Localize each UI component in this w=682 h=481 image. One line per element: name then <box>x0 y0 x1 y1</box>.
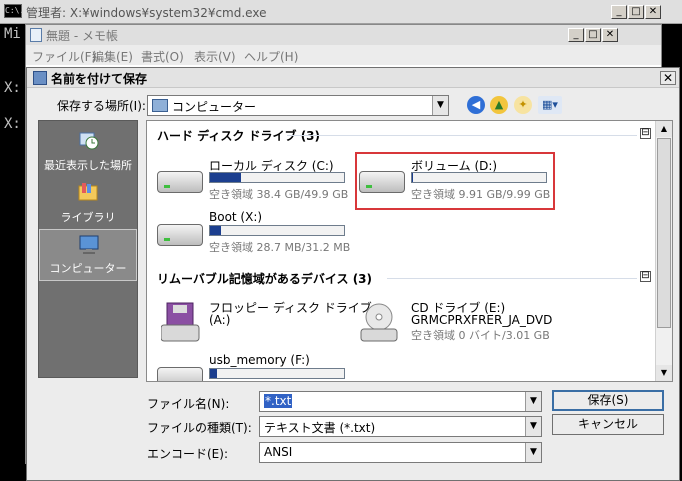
menu-view[interactable]: 表示(V) <box>194 48 236 65</box>
drive-f-usage-bar <box>209 368 345 379</box>
drive-d-free-space: 空き領域 9.91 GB/9.99 GB <box>411 188 551 201</box>
new-folder-icon[interactable]: ✦ <box>514 96 532 114</box>
notepad-title-bar[interactable]: 無題 - メモ帳 _ □ ✕ <box>26 25 661 45</box>
hard-drive-icon <box>157 171 203 193</box>
place-recent-label: 最近表示した場所 <box>44 159 132 172</box>
drive-a[interactable]: フロッピー ディスク ドライブ (A:) <box>155 299 372 355</box>
collapse-removable-icon[interactable]: ⊟ <box>640 271 651 282</box>
drive-x[interactable]: Boot (X:) 空き領域 28.7 MB/31.2 MB <box>155 210 355 266</box>
filetype-value: テキスト文書 (*.txt) <box>264 421 376 435</box>
cmd-line-1: Mi <box>4 26 21 42</box>
drive-x-usage-fill <box>210 226 221 235</box>
filename-value-wrap: *.txt <box>264 394 293 408</box>
save-button[interactable]: 保存(S) <box>552 390 664 411</box>
scroll-thumb[interactable] <box>657 138 671 328</box>
cmd-line-2: X: <box>4 80 21 96</box>
usb-drive-icon <box>157 367 203 381</box>
floppy-drive-icon <box>161 302 200 342</box>
computer-small-icon <box>152 99 168 112</box>
dialog-title-bar[interactable]: 名前を付けて保存 ✕ <box>27 68 679 88</box>
cmd-close-button[interactable]: ✕ <box>645 5 661 19</box>
menu-edit[interactable]: 編集(E) <box>92 48 133 65</box>
drive-d[interactable]: ボリューム (D:) 空き領域 9.91 GB/9.99 GB <box>357 157 557 213</box>
group-divider <box>287 135 637 136</box>
chevron-down-icon[interactable]: ▼ <box>432 96 448 115</box>
cancel-button[interactable]: キャンセル <box>552 414 664 435</box>
encoding-label: エンコード(E): <box>147 447 228 461</box>
cd-drive-icon <box>360 303 398 342</box>
file-list-scrollbar[interactable]: ▲ ▼ <box>655 121 672 381</box>
drive-d-usage-bar <box>411 172 547 183</box>
chevron-down-icon[interactable]: ▼ <box>525 443 541 462</box>
back-arrow-icon[interactable]: ◀ <box>467 96 485 114</box>
save-dialog-icon <box>33 71 47 85</box>
menu-help[interactable]: ヘルプ(H) <box>244 48 298 65</box>
hard-drive-icon <box>359 171 405 193</box>
place-computer-label: コンピューター <box>49 262 127 275</box>
drive-c[interactable]: ローカル ディスク (C:) 空き領域 38.4 GB/49.9 GB <box>155 157 355 213</box>
save-in-value: コンピューター <box>172 100 257 114</box>
cmd-line-3: X: <box>4 116 21 132</box>
dialog-close-button[interactable]: ✕ <box>660 71 676 85</box>
encoding-select[interactable]: ANSI ▼ <box>259 442 542 463</box>
save-as-dialog: 名前を付けて保存 ✕ 保存する場所(I): コンピューター ▼ ◀ ▲ ✦ ▦▾… <box>26 67 680 481</box>
file-list-view[interactable]: ハード ディスク ドライブ (3) ⊟ ローカル ディスク (C:) 空き領域 … <box>146 120 673 382</box>
cmd-maximize-button[interactable]: □ <box>628 5 644 19</box>
dialog-title: 名前を付けて保存 <box>51 72 148 86</box>
libraries-icon <box>78 183 98 201</box>
notepad-menu-bar: ファイル(F) 編集(E) 書式(O) 表示(V) ヘルプ(H) <box>26 45 661 65</box>
drive-x-name: Boot (X:) <box>209 210 263 224</box>
chevron-down-icon[interactable]: ▼ <box>525 392 541 411</box>
recent-places-icon <box>79 132 99 150</box>
save-in-combo[interactable]: コンピューター ▼ <box>147 95 449 116</box>
drive-c-usage-fill <box>210 173 241 182</box>
notepad-close-button[interactable]: ✕ <box>602 28 618 42</box>
place-recent[interactable]: 最近表示した場所 <box>39 125 137 177</box>
notepad-icon <box>30 28 42 42</box>
drive-f-name: usb_memory (F:) <box>209 353 310 367</box>
filename-label: ファイル名(N): <box>147 397 230 411</box>
filetype-label: ファイルの種類(T): <box>147 421 252 435</box>
scroll-down-icon[interactable]: ▼ <box>656 365 672 381</box>
hard-drive-icon <box>157 224 203 246</box>
drive-f[interactable]: usb_memory (F:) <box>155 353 355 381</box>
drive-e-label: GRMCPRXFRER_JA_DVD <box>411 313 553 327</box>
cmd-app-icon: C:\. <box>4 4 24 18</box>
cmd-title: 管理者: X:¥windows¥system32¥cmd.exe <box>26 6 267 20</box>
drive-x-free-space: 空き領域 28.7 MB/31.2 MB <box>209 241 351 254</box>
group-divider <box>387 278 637 279</box>
up-folder-icon[interactable]: ▲ <box>490 96 508 114</box>
menu-file[interactable]: ファイル(F) <box>32 48 96 65</box>
drive-x-usage-bar <box>209 225 345 236</box>
chevron-down-icon[interactable]: ▼ <box>525 417 541 436</box>
drive-f-usage-fill <box>210 369 217 378</box>
computer-icon <box>79 235 99 254</box>
encoding-value: ANSI <box>264 445 293 459</box>
drive-a-letter: (A:) <box>209 313 231 327</box>
save-in-label: 保存する場所(I): <box>57 99 146 113</box>
notepad-title: 無題 - メモ帳 <box>46 29 118 43</box>
filename-value: *.txt <box>264 394 293 408</box>
place-libraries[interactable]: ライブラリ <box>39 177 137 229</box>
place-computer[interactable]: コンピューター <box>39 229 137 281</box>
drive-e[interactable]: CD ドライブ (E:) GRMCPRXFRER_JA_DVD 空き領域 0 バ… <box>357 299 587 355</box>
place-libraries-label: ライブラリ <box>60 211 116 224</box>
places-bar: 最近表示した場所 ライブラリ コンピューター <box>38 120 138 378</box>
filename-input[interactable]: *.txt ▼ <box>259 391 542 412</box>
drive-c-free-space: 空き領域 38.4 GB/49.9 GB <box>209 188 349 201</box>
group-removable-header[interactable]: リムーバブル記憶域があるデバイス (3) <box>157 270 372 287</box>
filetype-select[interactable]: テキスト文書 (*.txt) ▼ <box>259 416 542 437</box>
cmd-title-bar[interactable]: C:\. 管理者: X:¥windows¥system32¥cmd.exe _ … <box>0 0 682 24</box>
drive-a-name: フロッピー ディスク ドライブ <box>209 301 372 315</box>
notepad-maximize-button[interactable]: □ <box>585 28 601 42</box>
menu-format[interactable]: 書式(O) <box>141 48 184 65</box>
scroll-up-icon[interactable]: ▲ <box>656 121 672 137</box>
cmd-minimize-button[interactable]: _ <box>611 5 627 19</box>
collapse-hard-disks-icon[interactable]: ⊟ <box>640 128 651 139</box>
drive-d-usage-fill <box>412 173 414 182</box>
drive-e-free-space: 空き領域 0 バイト/3.01 GB <box>411 329 550 342</box>
notepad-minimize-button[interactable]: _ <box>568 28 584 42</box>
drive-c-usage-bar <box>209 172 345 183</box>
view-menu-icon[interactable]: ▦▾ <box>538 96 562 114</box>
